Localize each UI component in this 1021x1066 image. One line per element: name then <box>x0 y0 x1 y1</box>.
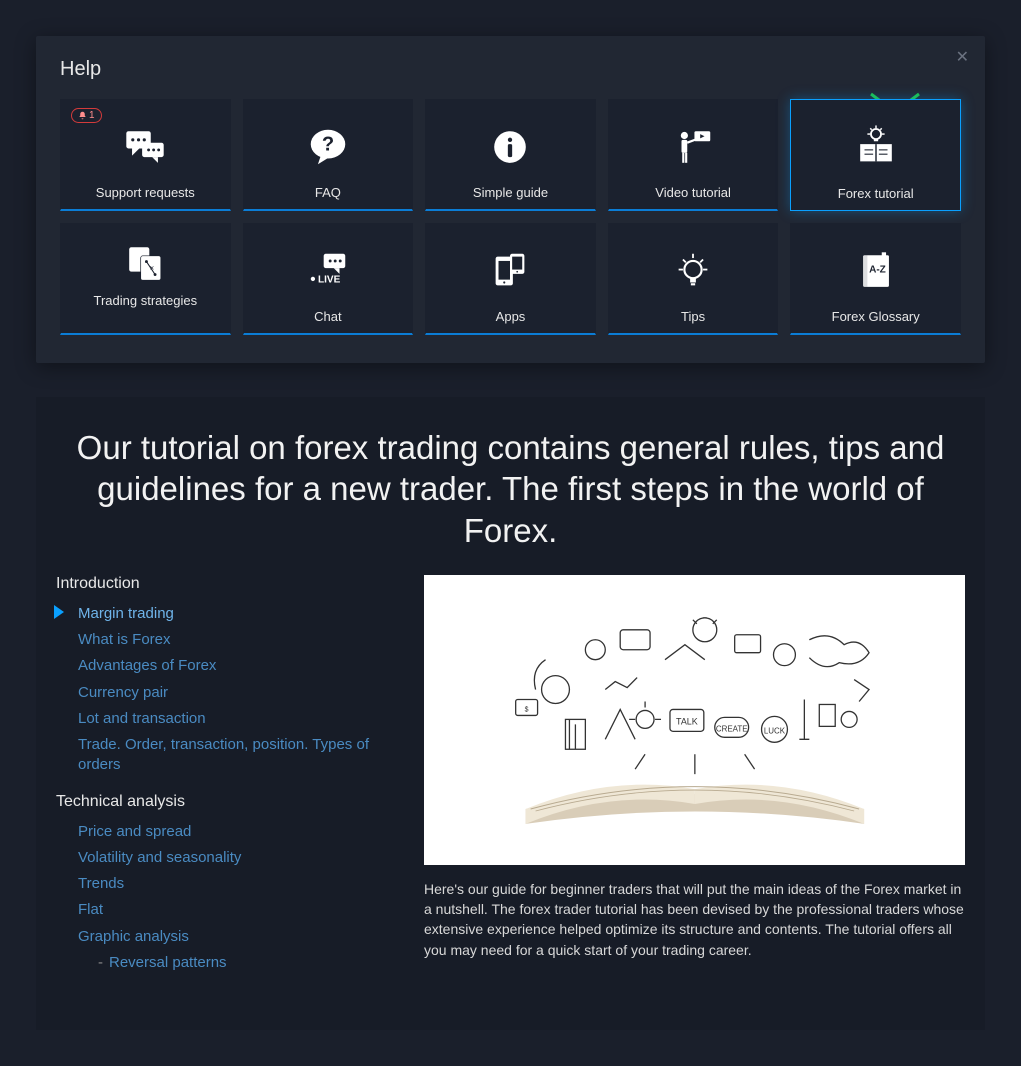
nav-item-advantages[interactable]: Advantages of Forex <box>78 653 396 679</box>
article-area: TALK CREATE LUCK <box>424 575 965 990</box>
card-label: Apps <box>496 309 526 325</box>
svg-text:LUCK: LUCK <box>764 727 786 736</box>
nav-item-trade-order[interactable]: Trade. Order, transaction, position. Typ… <box>78 732 396 779</box>
card-faq[interactable]: ? FAQ <box>243 99 414 211</box>
card-simple-guide[interactable]: Simple guide <box>425 99 596 211</box>
glossary-book-icon: A-Z <box>853 248 899 294</box>
card-label: Chat <box>314 309 341 325</box>
svg-text:?: ? <box>322 133 334 155</box>
nav-item-price-spread[interactable]: Price and spread <box>78 819 396 845</box>
open-book-illustration: TALK CREATE LUCK <box>446 586 944 853</box>
card-tips[interactable]: Tips <box>608 223 779 335</box>
bell-icon <box>78 111 87 120</box>
nav-section-title: Technical analysis <box>56 793 396 811</box>
nav-item-trends[interactable]: Trends <box>78 871 396 897</box>
card-label: Forex Glossary <box>832 309 920 325</box>
help-cards-grid: 1 Support requests ? FAQ <box>60 99 961 335</box>
info-icon <box>487 124 533 170</box>
nav-item-currency-pair[interactable]: Currency pair <box>78 680 396 706</box>
close-icon[interactable]: ✕ <box>956 50 969 66</box>
svg-text:$: $ <box>524 707 528 714</box>
presenter-icon <box>670 124 716 170</box>
chat-bubbles-icon <box>122 124 168 170</box>
card-apps[interactable]: Apps <box>425 223 596 335</box>
svg-text:✕: ✕ <box>150 266 155 272</box>
card-trading-strategies[interactable]: ✕ Trading strategies <box>60 223 231 335</box>
card-forex-tutorial[interactable]: Forex tutorial <box>790 99 961 211</box>
card-support-requests[interactable]: 1 Support requests <box>60 99 231 211</box>
live-chat-icon: LIVE <box>305 248 351 294</box>
card-chat[interactable]: LIVE Chat <box>243 223 414 335</box>
nav-item-what-is-forex[interactable]: What is Forex <box>78 627 396 653</box>
hero-headline: Our tutorial on forex trading contains g… <box>61 427 961 551</box>
help-panel: Help ✕ 1 <box>36 36 985 363</box>
nav-section-title: Introduction <box>56 575 396 593</box>
card-label: Forex tutorial <box>838 186 914 202</box>
question-bubble-icon: ? <box>305 124 351 170</box>
nav-subitem-reversal-patterns[interactable]: -Reversal patterns <box>98 950 396 976</box>
hero-section: Our tutorial on forex trading contains g… <box>36 397 985 1030</box>
card-label: Trading strategies <box>94 293 198 325</box>
strategy-cards-icon: ✕ <box>122 240 168 286</box>
nav-item-flat[interactable]: Flat <box>78 897 396 923</box>
notification-badge: 1 <box>71 108 102 123</box>
devices-icon <box>487 248 533 294</box>
article-intro-text: Here's our guide for beginner traders th… <box>424 879 965 960</box>
help-title: Help <box>60 58 961 81</box>
card-forex-glossary[interactable]: A-Z Forex Glossary <box>790 223 961 335</box>
tutorial-nav: Introduction Margin trading What is Fore… <box>56 575 396 990</box>
card-label: Simple guide <box>473 185 548 201</box>
card-label: FAQ <box>315 185 341 201</box>
nav-item-lot-transaction[interactable]: Lot and transaction <box>78 706 396 732</box>
card-video-tutorial[interactable]: Video tutorial <box>608 99 779 211</box>
svg-text:CREATE: CREATE <box>715 725 747 734</box>
nav-item-margin-trading[interactable]: Margin trading <box>78 601 396 627</box>
card-label: Video tutorial <box>655 185 731 201</box>
card-label: Support requests <box>96 185 195 201</box>
nav-item-volatility[interactable]: Volatility and seasonality <box>78 845 396 871</box>
svg-text:LIVE: LIVE <box>318 274 341 285</box>
book-idea-icon <box>853 124 899 170</box>
article-hero-image: TALK CREATE LUCK <box>424 575 965 865</box>
lightbulb-icon <box>670 248 716 294</box>
nav-item-graphic-analysis[interactable]: Graphic analysis <box>78 924 396 950</box>
svg-text:TALK: TALK <box>676 717 698 727</box>
svg-text:A-Z: A-Z <box>869 264 886 275</box>
card-label: Tips <box>681 309 705 325</box>
